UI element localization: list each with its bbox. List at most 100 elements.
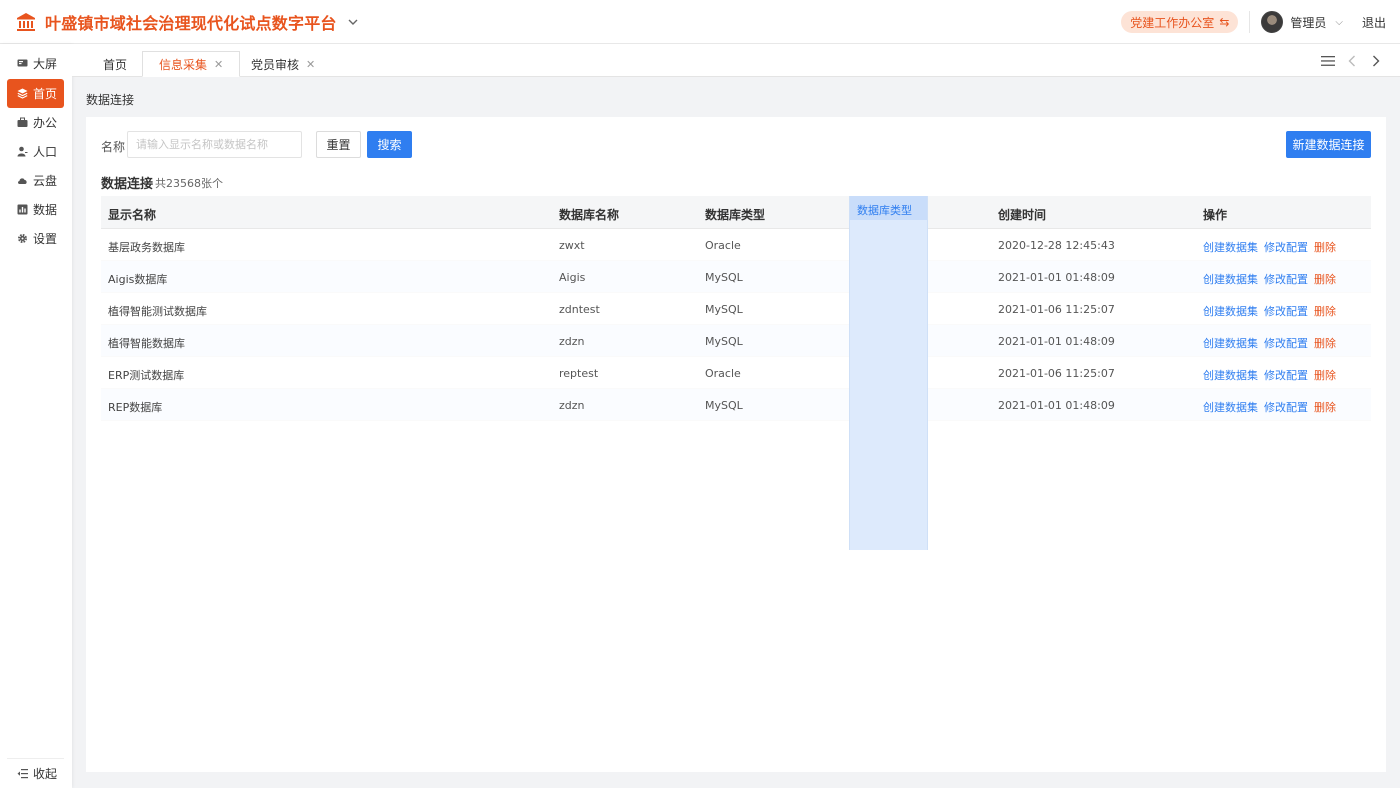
avatar[interactable]: [1261, 11, 1284, 33]
new-connection-button[interactable]: 新建数据连接: [1286, 131, 1371, 158]
close-icon[interactable]: ✕: [306, 58, 315, 71]
government-building-icon: [17, 12, 35, 31]
delete-link[interactable]: 删除: [1314, 337, 1336, 350]
close-icon[interactable]: ✕: [214, 58, 223, 71]
cell-db-type: MySQL: [705, 399, 743, 412]
reset-button[interactable]: 重置: [316, 131, 361, 158]
row-actions: 创建数据集 修改配置 删除: [1203, 271, 1336, 287]
sidebar-item-home[interactable]: 首页: [7, 79, 64, 108]
sidebar-item-screen[interactable]: 大屏: [7, 49, 64, 78]
edit-config-link[interactable]: 修改配置: [1264, 337, 1308, 350]
chevron-down-icon[interactable]: [347, 16, 359, 28]
create-dataset-link[interactable]: 创建数据集: [1203, 273, 1258, 286]
create-dataset-link[interactable]: 创建数据集: [1203, 337, 1258, 350]
tab-label: 党员审核: [251, 57, 300, 72]
row-actions: 创建数据集 修改配置 删除: [1203, 367, 1336, 383]
create-dataset-link[interactable]: 创建数据集: [1203, 401, 1258, 414]
cell-db-name: zwxt: [559, 239, 585, 252]
column-header-created[interactable]: 创建时间: [998, 206, 1046, 223]
column-header-db-type[interactable]: 数据库类型: [705, 206, 765, 223]
chevron-left-icon[interactable]: [1342, 51, 1362, 71]
cell-db-type: Oracle: [705, 239, 741, 252]
chevron-right-icon[interactable]: [1366, 51, 1386, 71]
cell-db-type: MySQL: [705, 335, 743, 348]
sidebar-item-label: 人口: [33, 145, 58, 159]
search-button[interactable]: 搜索: [367, 131, 412, 158]
sidebar-item-settings[interactable]: 设置: [7, 224, 64, 253]
collapse-label: 收起: [33, 766, 58, 781]
row-actions: 创建数据集 修改配置 删除: [1203, 335, 1336, 351]
cell-db-name: zdzn: [559, 399, 585, 412]
menu-icon[interactable]: [1318, 51, 1338, 71]
cell-display-name: 植得智能数据库: [108, 337, 185, 350]
delete-link[interactable]: 删除: [1314, 369, 1336, 382]
sidebar-item-office[interactable]: 办公: [7, 108, 64, 137]
cell-display-name: REP数据库: [108, 401, 163, 414]
dragging-column-header[interactable]: 数据库类型: [850, 196, 927, 220]
cell-db-type: MySQL: [705, 271, 743, 284]
search-input[interactable]: [127, 131, 302, 158]
create-dataset-link[interactable]: 创建数据集: [1203, 241, 1258, 254]
row-actions: 创建数据集 修改配置 删除: [1203, 399, 1336, 415]
edit-config-link[interactable]: 修改配置: [1264, 401, 1308, 414]
user-name[interactable]: 管理员: [1290, 14, 1326, 31]
edit-config-link[interactable]: 修改配置: [1264, 305, 1308, 318]
office-label: 党建工作办公室: [1130, 15, 1215, 30]
cell-display-name: Aigis数据库: [108, 273, 168, 286]
tab-label: 信息采集: [159, 57, 208, 72]
main-panel: 名称 重置 搜索 新建数据连接 数据连接 共23568张个 显示名称 数据库名称…: [86, 117, 1386, 772]
gear-icon: [17, 233, 28, 244]
chart-icon: [17, 204, 28, 215]
collapse-icon: [17, 768, 28, 779]
office-switcher[interactable]: 党建工作办公室 ⇆: [1121, 11, 1239, 33]
table-row: Aigis数据库 Aigis MySQL 2021-01-01 01:48:09…: [101, 261, 1371, 293]
chevron-down-icon[interactable]: ⌵: [1335, 17, 1343, 28]
tab-member-review[interactable]: 党员审核 ✕: [235, 51, 331, 77]
brand: 叶盛镇市域社会治理现代化试点数字平台: [0, 10, 359, 34]
cell-db-type: Oracle: [705, 367, 741, 380]
search-label: 名称: [101, 140, 126, 154]
connections-table: 显示名称 数据库名称 数据库类型 创建时间 操作 基层政务数据库 zwxt Or…: [101, 196, 1371, 421]
create-dataset-link[interactable]: 创建数据集: [1203, 305, 1258, 318]
dragging-column-ghost[interactable]: 数据库类型: [849, 196, 928, 550]
cell-created: 2021-01-06 11:25:07: [998, 303, 1115, 316]
table-row: 植得智能数据库 zdzn MySQL 2021-01-01 01:48:09 创…: [101, 325, 1371, 357]
table-row: ERP测试数据库 reptest Oracle 2021-01-06 11:25…: [101, 357, 1371, 389]
cloud-icon: [17, 175, 28, 186]
sidebar-item-label: 大屏: [33, 57, 58, 71]
app-title: 叶盛镇市域社会治理现代化试点数字平台: [45, 13, 337, 33]
sidebar-item-label: 设置: [33, 232, 58, 246]
cell-db-name: Aigis: [559, 271, 586, 284]
swap-icon: ⇆: [1219, 15, 1230, 29]
row-actions: 创建数据集 修改配置 删除: [1203, 239, 1336, 255]
edit-config-link[interactable]: 修改配置: [1264, 273, 1308, 286]
create-dataset-link[interactable]: 创建数据集: [1203, 369, 1258, 382]
sidebar-item-cloud[interactable]: 云盘: [7, 166, 64, 195]
collapse-button[interactable]: 收起: [7, 764, 64, 782]
logout-button[interactable]: 退出: [1362, 14, 1386, 31]
edit-config-link[interactable]: 修改配置: [1264, 241, 1308, 254]
delete-link[interactable]: 删除: [1314, 273, 1336, 286]
layers-icon: [17, 88, 28, 99]
sidebar-divider: [7, 758, 64, 759]
delete-link[interactable]: 删除: [1314, 401, 1336, 414]
tab-home[interactable]: 首页: [87, 51, 143, 77]
delete-link[interactable]: 删除: [1314, 305, 1336, 318]
sidebar-item-population[interactable]: 人口: [7, 137, 64, 166]
person-icon: [17, 146, 28, 157]
sidebar: 大屏 首页 办公 人口 云盘 数据 设置 收起: [0, 44, 72, 788]
breadcrumb: 数据连接: [86, 93, 135, 107]
top-header: 叶盛镇市域社会治理现代化试点数字平台 党建工作办公室 ⇆ 管理员 ⌵ 退出: [0, 0, 1400, 44]
delete-link[interactable]: 删除: [1314, 241, 1336, 254]
tab-info-collection[interactable]: 信息采集 ✕: [142, 51, 241, 77]
column-header-db-name[interactable]: 数据库名称: [559, 206, 619, 223]
sidebar-item-data[interactable]: 数据: [7, 195, 64, 224]
table-row: REP数据库 zdzn MySQL 2021-01-01 01:48:09 创建…: [101, 389, 1371, 421]
edit-config-link[interactable]: 修改配置: [1264, 369, 1308, 382]
column-header-display-name[interactable]: 显示名称: [108, 206, 156, 223]
search-form: 名称 重置 搜索 新建数据连接: [86, 131, 1386, 159]
cell-created: 2020-12-28 12:45:43: [998, 239, 1115, 252]
header-user-area: 党建工作办公室 ⇆ 管理员 ⌵ 退出: [1121, 0, 1386, 44]
row-actions: 创建数据集 修改配置 删除: [1203, 303, 1336, 319]
column-header-actions: 操作: [1203, 208, 1228, 222]
